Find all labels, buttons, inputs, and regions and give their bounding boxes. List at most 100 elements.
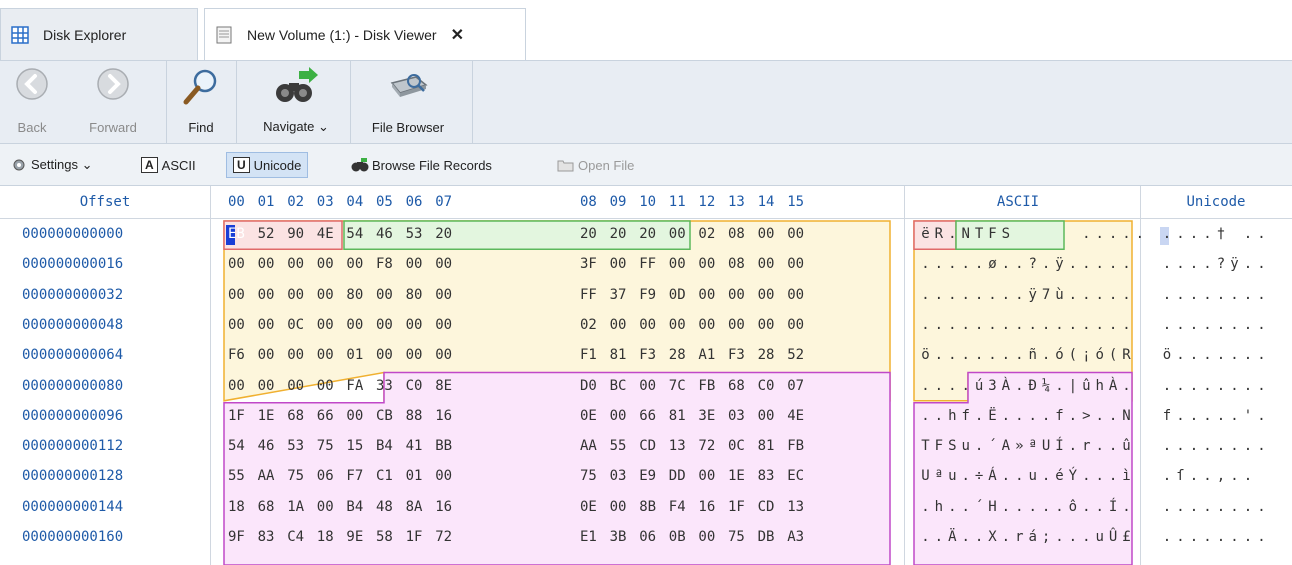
browse-file-records-button[interactable]: Browse File Records xyxy=(344,152,499,178)
hex-byte[interactable]: 28 xyxy=(758,347,786,363)
unicode-char[interactable]: . xyxy=(1201,378,1215,394)
hex-byte[interactable]: 20 xyxy=(639,226,667,242)
hex-byte[interactable]: 75 xyxy=(580,468,608,484)
hex-byte[interactable]: 15 xyxy=(346,438,374,454)
ascii-char[interactable]: . xyxy=(1119,499,1134,515)
hex-byte[interactable]: 72 xyxy=(435,529,463,545)
hex-byte[interactable]: EC xyxy=(787,468,815,484)
unicode-char[interactable]: . xyxy=(1174,378,1188,394)
hex-byte[interactable]: 00 xyxy=(376,347,404,363)
hex-byte[interactable]: 03 xyxy=(728,408,756,424)
unicode-char[interactable]: . xyxy=(1241,438,1255,454)
unicode-char[interactable]: f xyxy=(1160,408,1174,424)
hex-byte[interactable]: 02 xyxy=(698,226,726,242)
unicode-char[interactable]: . xyxy=(1228,468,1242,484)
ascii-char[interactable]: S xyxy=(998,226,1013,242)
hex-byte[interactable]: 00 xyxy=(758,317,786,333)
hex-byte[interactable]: 00 xyxy=(287,378,315,394)
hex-byte[interactable]: 00 xyxy=(406,347,434,363)
hex-byte[interactable]: F6 xyxy=(228,347,256,363)
unicode-char[interactable]: . xyxy=(1214,499,1228,515)
hex-byte[interactable]: AA xyxy=(258,468,286,484)
hex-byte[interactable]: 00 xyxy=(787,226,815,242)
hex-byte[interactable]: 00 xyxy=(787,256,815,272)
unicode-char[interactable]: . xyxy=(1255,408,1269,424)
hex-byte[interactable]: 00 xyxy=(787,287,815,303)
hex-byte[interactable]: 0E xyxy=(580,499,608,515)
hex-byte[interactable]: 53 xyxy=(406,226,434,242)
hex-byte[interactable]: 00 xyxy=(228,317,256,333)
unicode-char[interactable]: . xyxy=(1228,287,1242,303)
hex-byte[interactable]: 00 xyxy=(376,317,404,333)
hex-byte[interactable]: B4 xyxy=(376,438,404,454)
hex-byte[interactable]: 16 xyxy=(435,408,463,424)
unicode-char[interactable]: . xyxy=(1255,256,1269,272)
hex-byte[interactable]: 20 xyxy=(435,226,463,242)
hex-byte[interactable]: 81 xyxy=(610,347,638,363)
hex-byte[interactable]: 20 xyxy=(610,226,638,242)
ascii-char[interactable]: . xyxy=(1132,226,1147,242)
hex-byte[interactable]: 07 xyxy=(787,378,815,394)
hex-byte[interactable]: 80 xyxy=(406,287,434,303)
unicode-char[interactable]: . xyxy=(1187,468,1201,484)
unicode-char[interactable]: . xyxy=(1187,256,1201,272)
hex-byte[interactable]: 1E xyxy=(258,408,286,424)
hex-byte[interactable]: 00 xyxy=(346,408,374,424)
unicode-char[interactable]: ? xyxy=(1214,256,1228,272)
hex-byte[interactable]: 08 xyxy=(728,226,756,242)
hex-byte[interactable]: 00 xyxy=(317,378,345,394)
close-icon[interactable]: ✕ xyxy=(451,25,464,45)
hex-byte[interactable]: 75 xyxy=(728,529,756,545)
hex-byte[interactable]: 01 xyxy=(346,347,374,363)
hex-byte[interactable]: 00 xyxy=(610,499,638,515)
unicode-char[interactable]: . xyxy=(1255,287,1269,303)
hex-byte[interactable]: 00 xyxy=(435,468,463,484)
unicode-char[interactable]: . xyxy=(1174,317,1188,333)
hex-byte[interactable]: 37 xyxy=(610,287,638,303)
hex-byte[interactable]: 1A xyxy=(287,499,315,515)
hex-byte[interactable]: 00 xyxy=(435,287,463,303)
hex-byte[interactable]: F9 xyxy=(639,287,667,303)
hex-byte[interactable]: 16 xyxy=(435,499,463,515)
unicode-char[interactable]: . xyxy=(1201,347,1215,363)
hex-byte[interactable]: 66 xyxy=(639,408,667,424)
hex-byte[interactable]: 18 xyxy=(228,499,256,515)
hex-byte[interactable]: 01 xyxy=(406,468,434,484)
hex-byte[interactable]: 03 xyxy=(610,468,638,484)
hex-byte[interactable]: 00 xyxy=(346,317,374,333)
hex-byte[interactable]: 00 xyxy=(346,256,374,272)
unicode-char[interactable]: . xyxy=(1214,378,1228,394)
hex-byte[interactable]: 13 xyxy=(787,499,815,515)
hex-byte[interactable]: 00 xyxy=(435,317,463,333)
hex-byte[interactable]: 00 xyxy=(317,317,345,333)
hex-byte[interactable]: 13 xyxy=(669,438,697,454)
ascii-char[interactable]: . xyxy=(1119,256,1134,272)
unicode-char[interactable]: . xyxy=(1228,317,1242,333)
unicode-char[interactable]: . xyxy=(1228,499,1242,515)
hex-byte[interactable]: 00 xyxy=(406,317,434,333)
hex-byte[interactable]: 0B xyxy=(669,529,697,545)
hex-byte[interactable]: 3E xyxy=(698,408,726,424)
hex-byte[interactable]: 00 xyxy=(728,287,756,303)
hex-byte[interactable]: 00 xyxy=(287,347,315,363)
hex-byte[interactable]: A1 xyxy=(698,347,726,363)
hex-byte[interactable]: D0 xyxy=(580,378,608,394)
unicode-char[interactable]: . xyxy=(1201,408,1215,424)
find-button[interactable]: Find xyxy=(172,67,230,139)
ascii-char[interactable]: R xyxy=(1119,347,1134,363)
hex-byte[interactable]: 00 xyxy=(610,317,638,333)
unicode-char[interactable]: ÿ xyxy=(1228,256,1242,272)
unicode-char[interactable]: . xyxy=(1187,317,1201,333)
unicode-char[interactable]: . xyxy=(1174,347,1188,363)
unicode-char[interactable]: . xyxy=(1241,529,1255,545)
unicode-char[interactable]: † xyxy=(1214,226,1228,242)
ascii-char[interactable]: . xyxy=(1119,317,1134,333)
hex-byte[interactable]: 00 xyxy=(758,287,786,303)
tab-disk-viewer[interactable]: New Volume (1:) - Disk Viewer ✕ xyxy=(204,8,526,60)
unicode-char[interactable]: . xyxy=(1160,226,1174,242)
hex-byte[interactable]: EB xyxy=(228,226,256,242)
hex-byte[interactable]: F3 xyxy=(728,347,756,363)
hex-byte[interactable]: A3 xyxy=(787,529,815,545)
unicode-char[interactable]: . xyxy=(1255,226,1269,242)
hex-byte[interactable]: B4 xyxy=(346,499,374,515)
